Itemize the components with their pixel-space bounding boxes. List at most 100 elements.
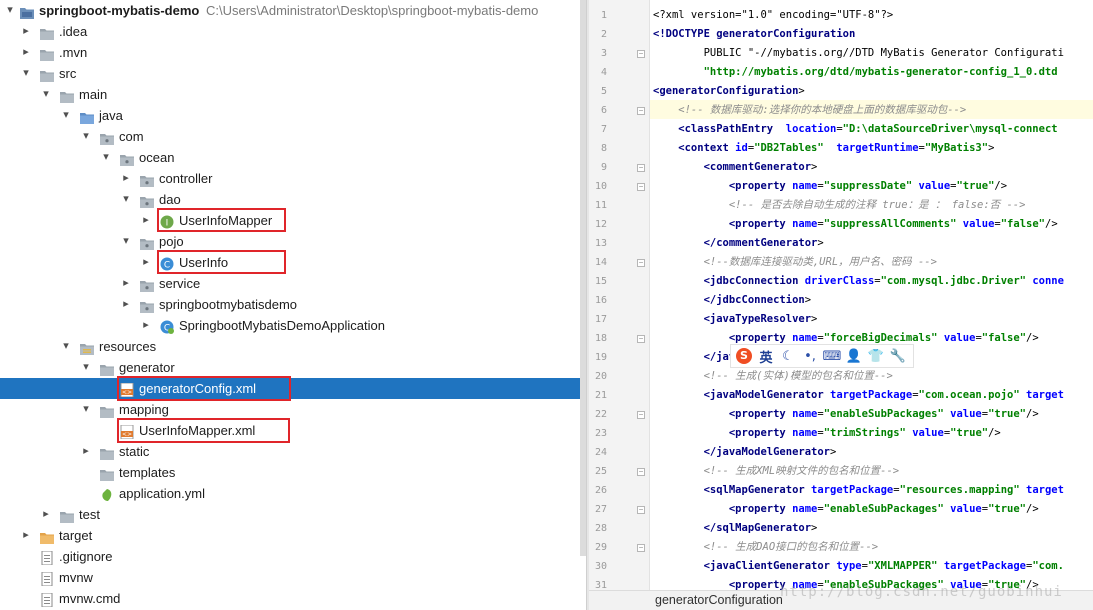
code-line[interactable]: <!-- 生成XML映射文件的包名和位置-->: [653, 462, 900, 481]
tree-item[interactable]: ▾ java: [0, 105, 586, 126]
chevron-down-icon[interactable]: ▾: [120, 231, 132, 252]
chevron-down-icon[interactable]: ▾: [120, 189, 132, 210]
project-root[interactable]: ▾ springboot-mybatis-demo C:\Users\Adminis…: [0, 0, 586, 21]
tree-item[interactable]: ▸ .idea: [0, 21, 586, 42]
fold-marker-icon[interactable]: −: [637, 544, 645, 552]
code-line[interactable]: <property name="enableSubPackages" value…: [653, 405, 1039, 424]
code-line[interactable]: </sqlMapGenerator>: [653, 519, 818, 538]
code-line[interactable]: <property name="suppressDate" value="tru…: [653, 177, 1007, 196]
code-line[interactable]: <javaClientGenerator type="XMLMAPPER" ta…: [653, 557, 1064, 576]
tree-item[interactable]: ▸ service: [0, 273, 586, 294]
tree-item[interactable]: <> UserInfoMapper.xml: [0, 420, 586, 441]
chevron-down-icon[interactable]: ▾: [80, 399, 92, 420]
code-line[interactable]: <property name="suppressAllComments" val…: [653, 215, 1058, 234]
chevron-down-icon[interactable]: ▾: [80, 357, 92, 378]
fold-marker-icon[interactable]: −: [637, 411, 645, 419]
fold-marker-icon[interactable]: −: [637, 506, 645, 514]
chevron-right-icon[interactable]: ▸: [20, 42, 32, 63]
chevron-right-icon[interactable]: ▸: [140, 252, 152, 273]
code-line[interactable]: <!-- 是否去除自动生成的注释 true：是 ： false:否 -->: [653, 196, 1026, 215]
code-line[interactable]: <jdbcConnection driverClass="com.mysql.j…: [653, 272, 1064, 291]
fold-marker-icon[interactable]: −: [637, 164, 645, 172]
code-line[interactable]: <?xml version="1.0" encoding="UTF-8"?>: [653, 6, 893, 25]
tree-item[interactable]: ▸ C UserInfo: [0, 252, 586, 273]
tree-item[interactable]: ▾ dao: [0, 189, 586, 210]
breadcrumb[interactable]: generatorConfiguration: [655, 593, 783, 607]
chevron-down-icon[interactable]: ▾: [20, 63, 32, 84]
tree-item[interactable]: ▾ src: [0, 63, 586, 84]
tree-item[interactable]: ▸ test: [0, 504, 586, 525]
moon-icon[interactable]: ☾: [779, 347, 797, 365]
code-line[interactable]: <classPathEntry location="D:\dataSourceD…: [653, 120, 1057, 139]
code-line[interactable]: <property name="trimStrings" value="true…: [653, 424, 1001, 443]
chevron-right-icon[interactable]: ▸: [80, 441, 92, 462]
chevron-down-icon[interactable]: ▾: [80, 126, 92, 147]
tree-item[interactable]: ▸ I UserInfoMapper: [0, 210, 586, 231]
tree-item[interactable]: ▸ springbootmybatisdemo: [0, 294, 586, 315]
fold-marker-icon[interactable]: −: [637, 50, 645, 58]
chevron-right-icon[interactable]: ▸: [120, 294, 132, 315]
tree-item[interactable]: ▾ com: [0, 126, 586, 147]
tree-item[interactable]: .gitignore: [0, 546, 586, 567]
tree-item[interactable]: ▸ target: [0, 525, 586, 546]
chevron-down-icon[interactable]: ▾: [60, 105, 72, 126]
chevron-right-icon[interactable]: ▸: [140, 315, 152, 336]
code-line[interactable]: <property name="enableSubPackages" value…: [653, 500, 1039, 519]
chevron-right-icon[interactable]: ▸: [120, 273, 132, 294]
tree-item[interactable]: mvnw.cmd: [0, 588, 586, 609]
tree-item[interactable]: ▾ generator: [0, 357, 586, 378]
keyboard-icon[interactable]: ⌨: [823, 347, 842, 365]
code-line[interactable]: <!-- 数据库驱动:选择你的本地硬盘上面的数据库驱动包-->: [653, 101, 966, 120]
chevron-right-icon[interactable]: ▸: [140, 210, 152, 231]
fold-marker-icon[interactable]: −: [637, 183, 645, 191]
code-editor[interactable]: 1 2 3−4 5 6−7 8 9−10−11 12 13 14−15 16 17 18−19 20 21 2…: [589, 0, 1093, 610]
code-line[interactable]: PUBLIC "-//mybatis.org//DTD MyBatis Gene…: [653, 44, 1064, 63]
chevron-right-icon[interactable]: ▸: [120, 168, 132, 189]
ime-language-label[interactable]: 英: [757, 347, 775, 366]
tree-item[interactable]: application.yml: [0, 483, 586, 504]
fold-marker-icon[interactable]: −: [637, 259, 645, 267]
code-line[interactable]: <javaTypeResolver>: [653, 310, 818, 329]
sogou-logo-icon[interactable]: S: [735, 347, 753, 365]
tree-item[interactable]: mvnw: [0, 567, 586, 588]
fold-marker-icon[interactable]: −: [637, 335, 645, 343]
code-line[interactable]: </commentGenerator>: [653, 234, 824, 253]
tree-item[interactable]: ▸ static: [0, 441, 586, 462]
code-line[interactable]: </jav: [653, 348, 736, 367]
code-line[interactable]: <context id="DB2Tables" targetRuntime="M…: [653, 139, 994, 158]
code-line[interactable]: <sqlMapGenerator targetPackage="resource…: [653, 481, 1064, 500]
tree-item[interactable]: ▸ C SpringbootMybatisDemoApplication: [0, 315, 586, 336]
tree-item[interactable]: ▾ mapping: [0, 399, 586, 420]
chevron-right-icon[interactable]: ▸: [40, 504, 52, 525]
tree-item[interactable]: ▸ controller: [0, 168, 586, 189]
chevron-right-icon[interactable]: ▸: [20, 21, 32, 42]
punctuation-icon[interactable]: •,: [801, 347, 819, 365]
fold-marker-icon[interactable]: −: [637, 468, 645, 476]
tree-item[interactable]: ▾ ocean: [0, 147, 586, 168]
code-line[interactable]: <generatorConfiguration>: [653, 82, 805, 101]
code-line[interactable]: <!--数据库连接驱动类,URL，用户名、密码 -->: [653, 253, 937, 272]
chevron-down-icon[interactable]: ▾: [100, 147, 112, 168]
chevron-down-icon[interactable]: ▾: [60, 336, 72, 357]
tree-item[interactable]: ▸ .mvn: [0, 42, 586, 63]
ime-toolbar[interactable]: S 英 ☾ •, ⌨ 👤 👕 🔧: [730, 344, 914, 368]
code-line[interactable]: <!-- 生成(实体)模型的包名和位置-->: [653, 367, 893, 386]
code-line[interactable]: <!DOCTYPE generatorConfiguration: [653, 25, 855, 44]
tree-item[interactable]: <> generatorConfig.xml: [0, 378, 586, 399]
chevron-down-icon[interactable]: ▾: [40, 84, 52, 105]
code-line[interactable]: <commentGenerator>: [653, 158, 818, 177]
tree-item[interactable]: ▾ resources: [0, 336, 586, 357]
fold-marker-icon[interactable]: −: [637, 107, 645, 115]
user-icon[interactable]: 👤: [845, 347, 863, 365]
code-line[interactable]: </javaModelGenerator>: [653, 443, 837, 462]
tree-item[interactable]: ▾ pojo: [0, 231, 586, 252]
code-line[interactable]: "http://mybatis.org/dtd/mybatis-generato…: [653, 63, 1058, 82]
code-line[interactable]: <!-- 生成DAO接口的包名和位置-->: [653, 538, 879, 557]
chevron-down-icon[interactable]: ▾: [4, 0, 16, 21]
shirt-icon[interactable]: 👕: [867, 347, 885, 365]
code-line[interactable]: </jdbcConnection>: [653, 291, 811, 310]
tree-item[interactable]: ▾ main: [0, 84, 586, 105]
wrench-icon[interactable]: 🔧: [889, 347, 907, 365]
chevron-right-icon[interactable]: ▸: [20, 525, 32, 546]
tree-item[interactable]: templates: [0, 462, 586, 483]
